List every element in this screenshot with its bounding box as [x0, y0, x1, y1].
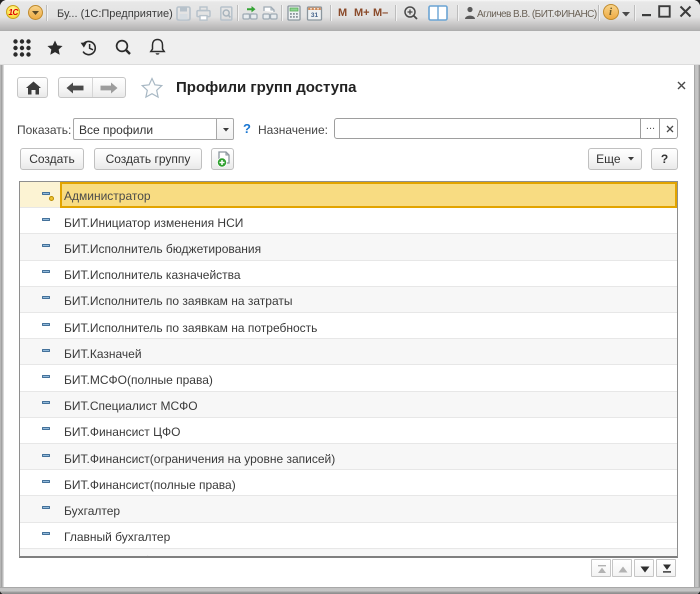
svg-text:31: 31: [311, 12, 319, 19]
